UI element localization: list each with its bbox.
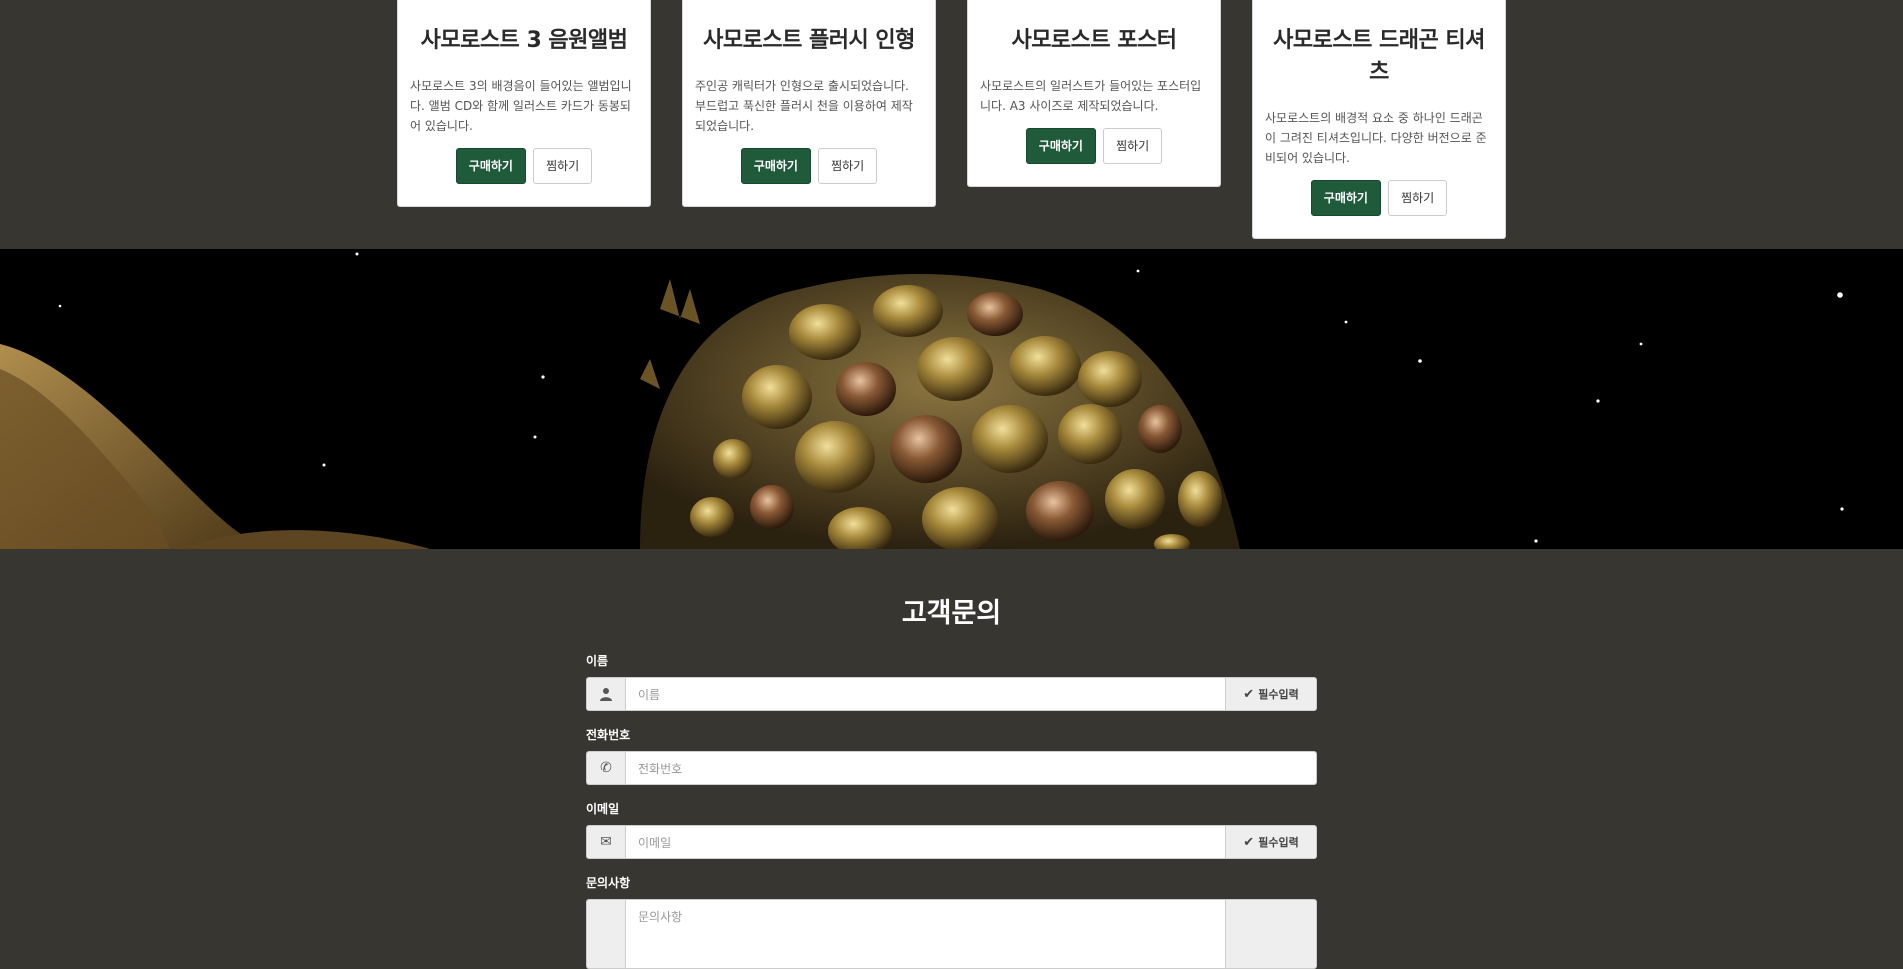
message-addon-right xyxy=(1226,899,1317,969)
hero-banner-image xyxy=(0,249,1903,549)
phone-label: 전화번호 xyxy=(586,728,631,742)
phone-input[interactable]: 전화번호 xyxy=(625,751,1317,785)
required-label: 필수입력 xyxy=(1258,688,1299,701)
message-label: 문의사항 xyxy=(586,876,631,890)
user-icon xyxy=(586,677,625,711)
message-addon xyxy=(586,899,625,969)
check-icon: ✔ xyxy=(1243,686,1255,702)
buy-button[interactable]: 구매하기 xyxy=(1025,128,1096,164)
required-badge: ✔ 필수입력 xyxy=(1226,825,1317,859)
product-title: 사모로스트 포스터 xyxy=(1011,28,1177,53)
phone-icon: ✆ xyxy=(586,751,625,785)
buy-button[interactable]: 구매하기 xyxy=(1310,180,1381,216)
wishlist-button[interactable]: 찜하기 xyxy=(818,148,878,184)
email-input[interactable]: 이메일 xyxy=(625,825,1226,859)
message-input-group: 문의사항 xyxy=(586,899,1317,969)
product-description: 사모로스트 3의 배경음이 들어있는 앨범입니다. 앨범 CD와 함께 일러스트… xyxy=(410,79,632,133)
product-card: 사모로스트 3 음원앨범 사모로스트 3의 배경음이 들어있는 앨범입니다. 앨… xyxy=(397,0,651,207)
required-badge: ✔ 필수입력 xyxy=(1226,677,1317,711)
product-card: 사모로스트 포스터 사모로스트의 일러스트가 들어있는 포스터입니다. A3 사… xyxy=(967,0,1221,187)
email-label: 이메일 xyxy=(586,802,620,816)
contact-form-section: 고객문의 이름 이름 ✔ 필수입력 전화번호 ✆ 전화번호 이메일 ✉ 이메일 … xyxy=(0,549,1903,969)
product-description: 사모로스트의 배경적 요소 중 하나인 드래곤이 그려진 티셔츠입니다. 다양한… xyxy=(1265,111,1487,165)
phone-input-group: ✆ 전화번호 xyxy=(586,751,1317,785)
envelope-icon: ✉ xyxy=(586,825,625,859)
email-input-group: ✉ 이메일 ✔ 필수입력 xyxy=(586,825,1317,859)
buy-button[interactable]: 구매하기 xyxy=(455,148,526,184)
buy-button[interactable]: 구매하기 xyxy=(740,148,811,184)
name-label: 이름 xyxy=(586,654,609,668)
name-input-group: 이름 ✔ 필수입력 xyxy=(586,677,1317,711)
message-textarea[interactable]: 문의사항 xyxy=(625,899,1226,969)
section-title: 고객문의 xyxy=(901,598,1002,629)
check-icon: ✔ xyxy=(1243,834,1255,850)
wishlist-button[interactable]: 찜하기 xyxy=(533,148,593,184)
product-section: 사모로스트 3 음원앨범 사모로스트 3의 배경음이 들어있는 앨범입니다. 앨… xyxy=(0,0,1903,249)
product-description: 사모로스트의 일러스트가 들어있는 포스터입니다. A3 사이즈로 제작되었습니… xyxy=(980,79,1202,113)
product-title: 사모로스트 드래곤 티셔츠 xyxy=(1273,28,1485,85)
product-title: 사모로스트 플러시 인형 xyxy=(703,28,915,53)
product-description: 주인공 캐릭터가 인형으로 출시되었습니다. 부드럽고 푹신한 플러시 천을 이… xyxy=(695,79,913,133)
wishlist-button[interactable]: 찜하기 xyxy=(1388,180,1448,216)
banner-illustration xyxy=(0,249,1903,549)
product-title: 사모로스트 3 음원앨범 xyxy=(420,28,628,53)
product-card: 사모로스트 플러시 인형 주인공 캐릭터가 인형으로 출시되었습니다. 부드럽고… xyxy=(682,0,936,207)
product-card: 사모로스트 드래곤 티셔츠 사모로스트의 배경적 요소 중 하나인 드래곤이 그… xyxy=(1252,0,1506,239)
required-label: 필수입력 xyxy=(1258,836,1299,849)
wishlist-button[interactable]: 찜하기 xyxy=(1103,128,1163,164)
name-input[interactable]: 이름 xyxy=(625,677,1226,711)
